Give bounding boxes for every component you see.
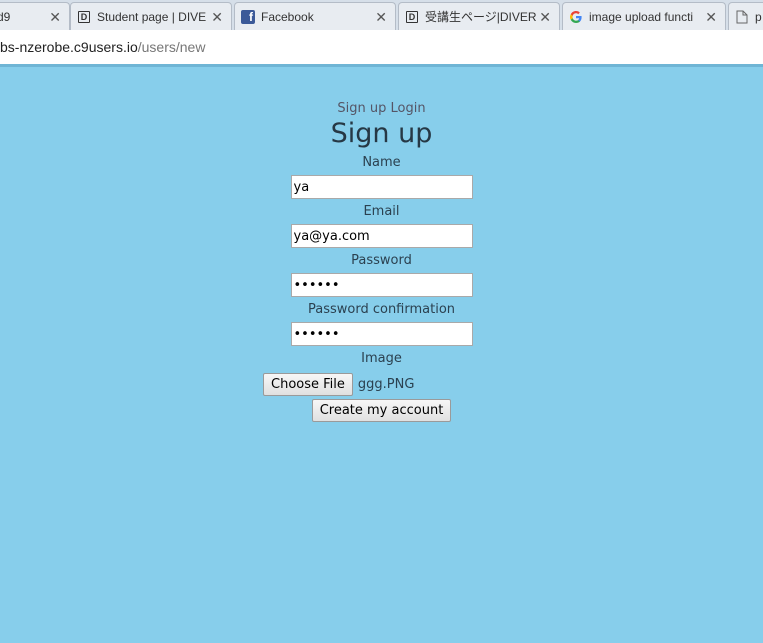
password-field[interactable]: [290, 273, 473, 297]
close-icon[interactable]: ✕: [375, 9, 387, 26]
header-nav: Sign up Login: [0, 101, 763, 116]
create-account-button[interactable]: Create my account: [311, 399, 452, 422]
tab-student-page[interactable]: D Student page | DIVE ✕: [70, 2, 232, 30]
name-label: Name: [362, 155, 401, 170]
tab-student-page-jp[interactable]: D 受講生ページ|DIVER ✕: [398, 2, 560, 30]
google-icon: [569, 10, 583, 24]
email-field[interactable]: [290, 224, 473, 248]
name-field[interactable]: [290, 175, 473, 199]
signup-form: Name Email Password Password confirmatio…: [0, 154, 763, 422]
tab-page[interactable]: p: [728, 2, 763, 30]
url-text[interactable]: bs-nzerobe.c9users.io/users/new: [0, 39, 205, 55]
close-icon[interactable]: ✕: [539, 9, 551, 26]
close-icon[interactable]: ✕: [49, 9, 61, 26]
tab-cloud9[interactable]: d9 ✕: [0, 2, 70, 30]
address-bar[interactable]: bs-nzerobe.c9users.io/users/new: [0, 30, 763, 65]
email-label: Email: [363, 204, 400, 219]
url-path: /users/new: [137, 39, 206, 55]
page-title: Sign up: [330, 118, 433, 149]
selected-file-name: ggg.PNG: [357, 376, 415, 392]
password-confirmation-label: Password confirmation: [307, 302, 456, 317]
login-link[interactable]: Login: [391, 101, 426, 116]
close-icon[interactable]: ✕: [705, 9, 717, 26]
facebook-icon: f: [241, 9, 255, 24]
password-label: Password: [351, 253, 412, 268]
dive-d-icon: D: [405, 10, 419, 24]
url-host: bs-nzerobe.c9users.io: [0, 39, 138, 55]
file-upload: Choose File ggg.PNG: [263, 372, 763, 396]
signup-page: Sign up Login Sign up Name Email Passwor…: [0, 67, 763, 422]
choose-file-button[interactable]: Choose File: [263, 372, 353, 396]
password-confirmation-field[interactable]: [290, 322, 473, 346]
dive-d-icon: D: [77, 10, 91, 24]
tab-strip: d9 ✕ D Student page | DIVE ✕ f Facebook …: [0, 0, 763, 30]
tab-title: p: [755, 9, 762, 24]
submit-row: Create my account: [0, 399, 763, 422]
tab-google-search[interactable]: image upload functi ✕: [562, 2, 726, 30]
signup-link[interactable]: Sign up: [337, 101, 386, 116]
page-icon: [735, 10, 749, 24]
close-icon[interactable]: ✕: [211, 9, 223, 26]
tab-facebook[interactable]: f Facebook ✕: [234, 2, 396, 30]
image-label: Image: [361, 351, 402, 366]
